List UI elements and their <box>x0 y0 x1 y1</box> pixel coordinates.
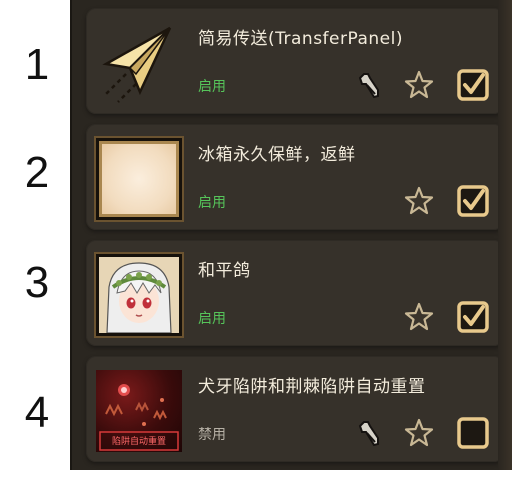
favorite-star-icon[interactable] <box>404 302 434 332</box>
mod-thumbnail <box>96 22 182 104</box>
annotation-number-4: 4 <box>24 388 50 437</box>
mod-status: 启用 <box>198 311 226 327</box>
annotation-number-2: 2 <box>24 148 50 197</box>
wrench-icon[interactable] <box>354 418 384 448</box>
wrench-icon[interactable] <box>354 70 384 100</box>
annotation-number-3: 3 <box>24 258 50 307</box>
mod-row[interactable]: 冰箱永久保鲜，返鲜 启用 <box>86 124 504 230</box>
mod-title: 简易传送(TransferPanel) <box>198 29 403 49</box>
enable-checkbox[interactable] <box>454 298 492 336</box>
mod-title: 冰箱永久保鲜，返鲜 <box>198 145 356 165</box>
mod-thumbnail <box>96 254 182 336</box>
thumbnail-caption: 陷阱自动重置 <box>111 437 166 447</box>
mod-title: 犬牙陷阱和荆棘陷阱自动重置 <box>198 377 426 397</box>
favorite-star-icon[interactable] <box>404 70 434 100</box>
mod-thumbnail: 陷阱自动重置 <box>96 370 182 452</box>
favorite-star-icon[interactable] <box>404 186 434 216</box>
mod-row[interactable]: 和平鸽 启用 <box>86 240 504 346</box>
mod-row[interactable]: 陷阱自动重置 犬牙陷阱和荆棘陷阱自动重置 禁用 <box>86 356 504 462</box>
mod-status: 启用 <box>198 79 226 95</box>
anime-girl-portrait <box>99 257 179 333</box>
mod-row[interactable]: 简易传送(TransferPanel) 启用 <box>86 8 504 114</box>
enable-checkbox[interactable] <box>454 414 492 452</box>
mod-status: 禁用 <box>198 427 226 443</box>
mod-title: 和平鸽 <box>198 261 251 281</box>
mod-status: 启用 <box>198 195 226 211</box>
annotation-number-1: 1 <box>24 40 50 89</box>
enable-checkbox[interactable] <box>454 182 492 220</box>
annotation-column: 1 2 3 4 <box>0 0 70 500</box>
mod-list-panel: 简易传送(TransferPanel) 启用 冰箱永久保鲜，返鲜 启用 和平鸽 … <box>70 0 512 470</box>
favorite-star-icon[interactable] <box>404 418 434 448</box>
mod-thumbnail <box>96 138 182 220</box>
paper-plane-icon <box>102 26 172 103</box>
enable-checkbox[interactable] <box>454 66 492 104</box>
